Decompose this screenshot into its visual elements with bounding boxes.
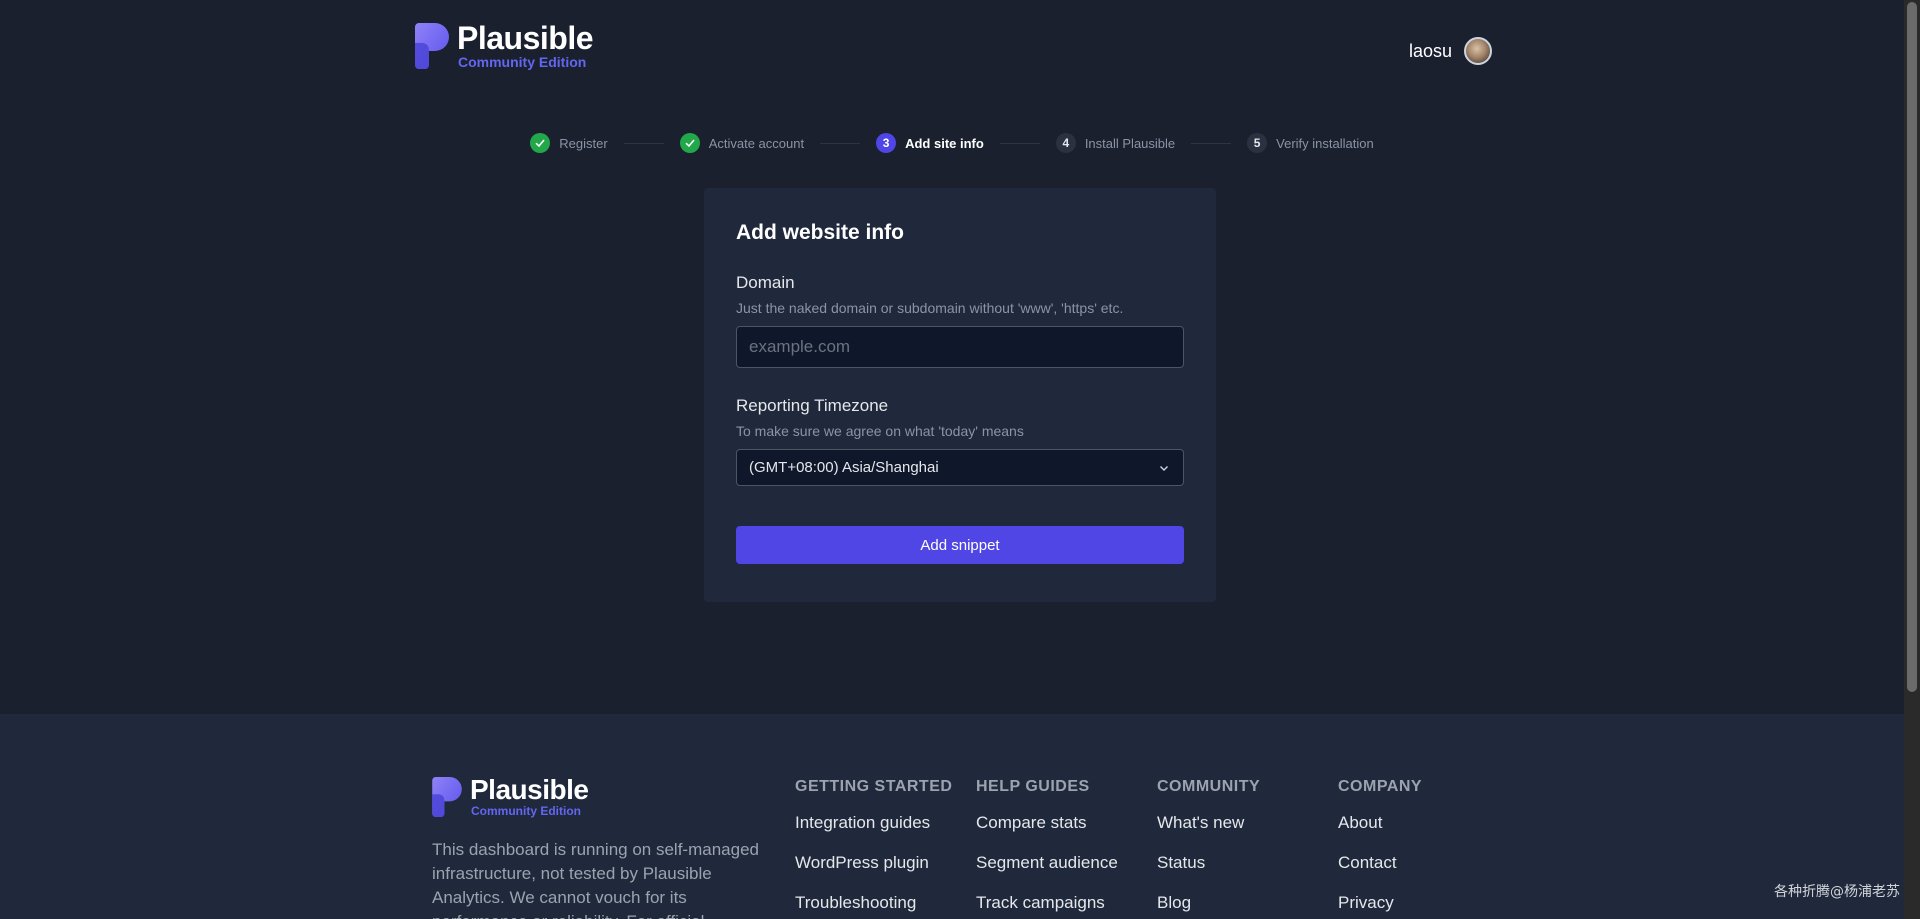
footer-col-getting-started: GETTING STARTED Integration guides WordP… [795, 778, 952, 914]
brand-name: Plausible [457, 20, 594, 56]
domain-field-group: Domain Just the naked domain or subdomai… [736, 273, 1184, 368]
step-label: Register [559, 135, 608, 151]
site-info-card: Add website info Domain Just the naked d… [704, 188, 1216, 602]
onboarding-stepper: Register Activate account 3 Add site inf… [0, 133, 1904, 153]
footer-link[interactable]: Privacy [1338, 892, 1422, 914]
footer-link[interactable]: Contact [1338, 852, 1422, 874]
page-scrollbar[interactable] [1904, 0, 1920, 919]
footer-col-title: COMMUNITY [1157, 778, 1261, 795]
check-icon [679, 133, 700, 153]
footer-link[interactable]: Track campaigns [976, 892, 1118, 914]
footer-link[interactable]: Blog [1157, 892, 1260, 914]
footer-link[interactable]: Segment audience [976, 852, 1118, 874]
footer-col-company: COMPANY About Contact Privacy [1338, 778, 1422, 914]
footer-brand-name: Plausible [470, 774, 589, 805]
card-title: Add website info [736, 221, 904, 244]
timezone-help: To make sure we agree on what 'today' me… [736, 423, 1024, 439]
footer-col-title: GETTING STARTED [795, 778, 953, 795]
footer-link[interactable]: Integration guides [795, 812, 952, 834]
domain-label: Domain [736, 273, 795, 292]
footer-col-title: COMPANY [1338, 778, 1423, 795]
step-verify: 5 Verify installation [1247, 133, 1374, 153]
step-label: Add site info [905, 135, 984, 151]
timezone-label: Reporting Timezone [736, 396, 889, 415]
timezone-select[interactable]: (GMT+08:00) Asia/Shanghai [736, 449, 1184, 486]
watermark: 各种折腾@杨浦老苏 [1774, 884, 1900, 900]
step-number: 3 [876, 133, 897, 153]
plausible-logo-icon [432, 777, 462, 817]
username: laosu [1408, 40, 1452, 61]
add-snippet-button[interactable]: Add snippet [736, 526, 1184, 564]
timezone-field-group: Reporting Timezone To make sure we agree… [736, 396, 1184, 486]
step-install: 4 Install Plausible [1055, 133, 1176, 153]
step-register: Register [530, 133, 608, 153]
domain-input[interactable] [736, 326, 1184, 368]
step-label: Verify installation [1276, 135, 1374, 151]
step-divider [999, 142, 1040, 144]
brand-edition: Community Edition [458, 54, 587, 70]
footer-col-community: COMMUNITY What's new Status Blog [1157, 778, 1260, 914]
page-footer: Plausible Community Edition This dashboa… [0, 714, 1904, 919]
avatar [1464, 37, 1492, 65]
footer-col-help-guides: HELP GUIDES Compare stats Segment audien… [976, 778, 1118, 914]
timezone-selected: (GMT+08:00) Asia/Shanghai [749, 459, 939, 476]
brand-logo[interactable]: Plausible Community Edition [415, 20, 594, 70]
step-number: 4 [1055, 133, 1076, 153]
footer-link[interactable]: Compare stats [976, 812, 1118, 834]
footer-link[interactable]: About [1338, 812, 1422, 834]
footer-link[interactable]: Troubleshooting [795, 892, 952, 914]
step-label: Install Plausible [1084, 135, 1176, 151]
step-divider [1191, 142, 1232, 144]
step-divider [820, 142, 861, 144]
step-divider [623, 142, 664, 144]
plausible-logo-icon [415, 23, 449, 69]
footer-description: This dashboard is running on self-manage… [432, 840, 759, 919]
top-header: Plausible Community Edition laosu [0, 0, 1904, 100]
footer-brand-logo[interactable]: Plausible Community Edition [432, 774, 589, 818]
step-number: 5 [1247, 133, 1268, 153]
footer-brand-edition: Community Edition [471, 804, 581, 818]
step-label: Activate account [708, 135, 805, 151]
step-activate: Activate account [679, 133, 805, 153]
footer-col-title: HELP GUIDES [976, 778, 1090, 795]
user-menu[interactable]: laosu [1409, 37, 1492, 65]
scrollbar-thumb[interactable] [1907, 2, 1917, 692]
check-icon [530, 133, 551, 153]
chevron-down-icon [1160, 465, 1168, 471]
footer-link[interactable]: Status [1157, 852, 1260, 874]
step-add-site-info: 3 Add site info [876, 133, 984, 153]
domain-help: Just the naked domain or subdomain witho… [736, 300, 1124, 316]
footer-link[interactable]: WordPress plugin [795, 852, 952, 874]
footer-link[interactable]: What's new [1157, 812, 1260, 834]
